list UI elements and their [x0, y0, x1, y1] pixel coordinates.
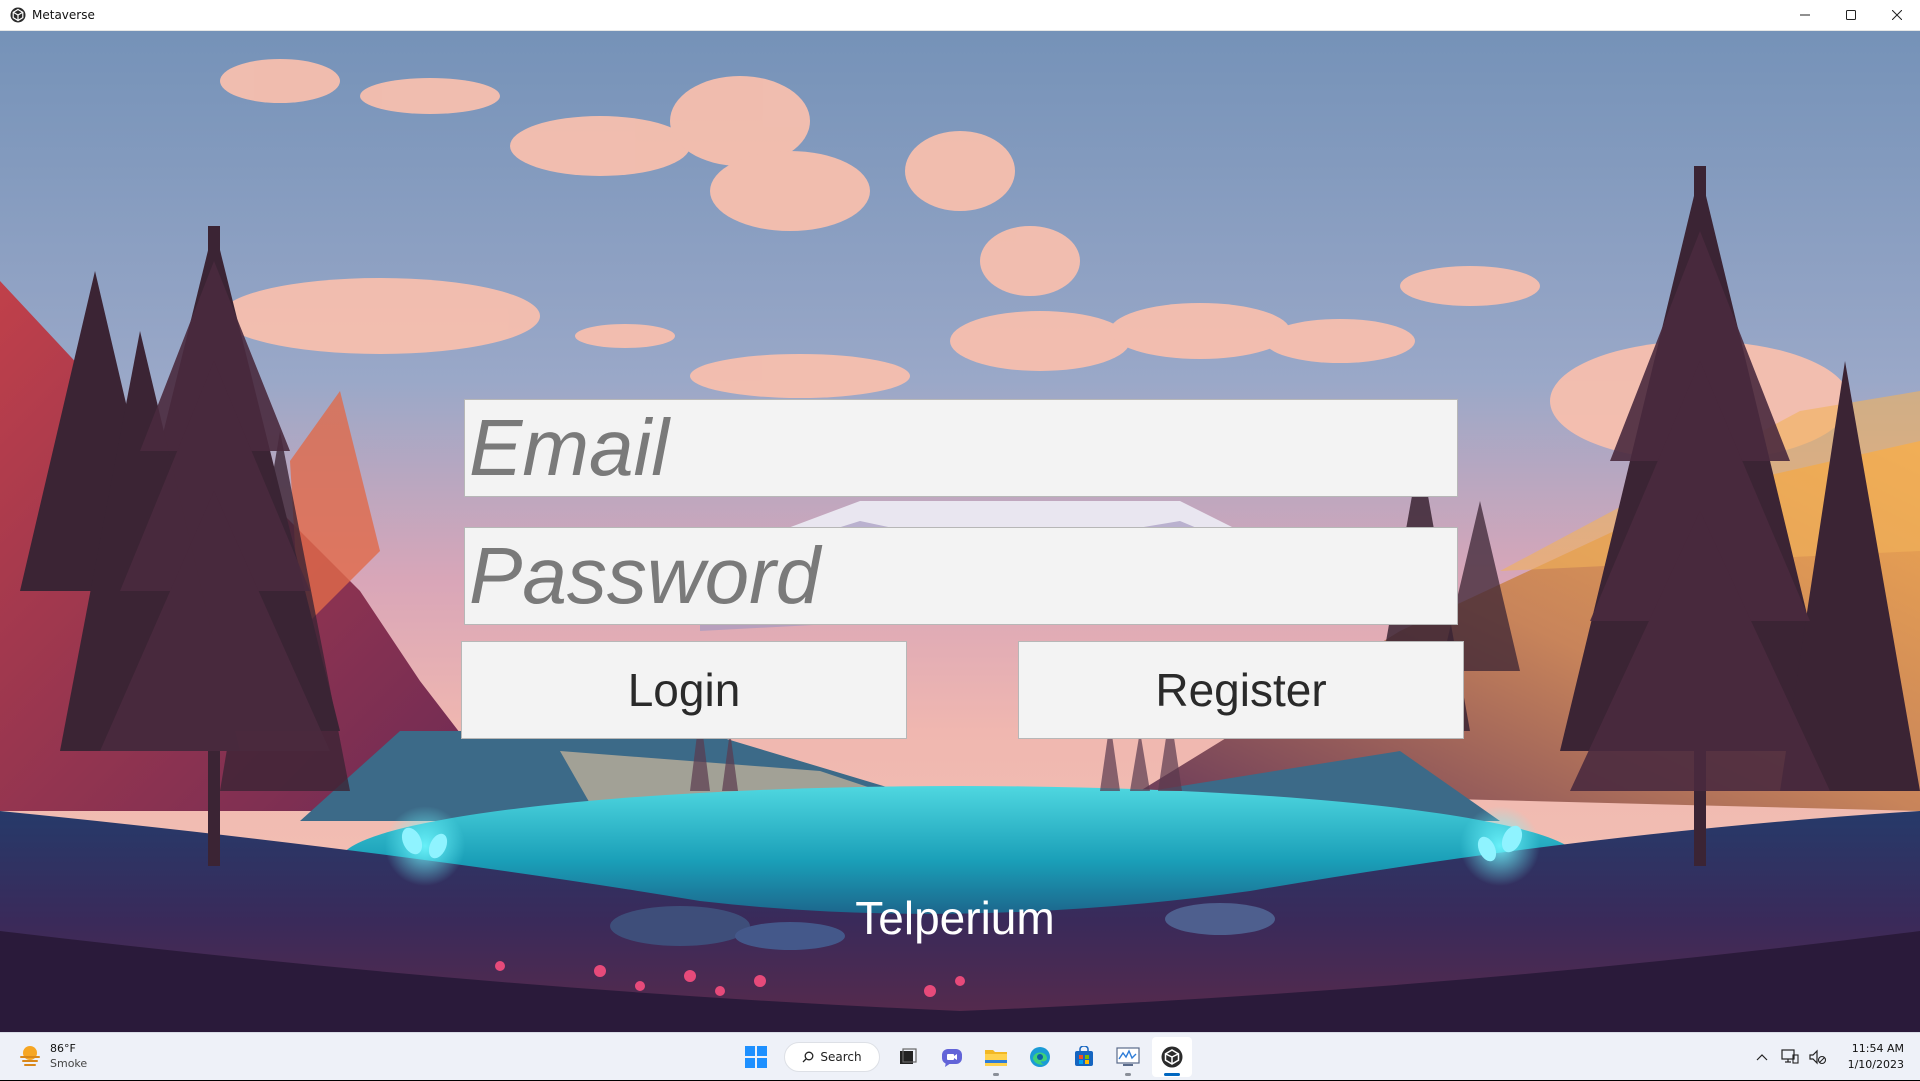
taskbar-clock[interactable]: 11:54 AM 1/10/2023 [1848, 1041, 1904, 1073]
taskbar-center: Search [734, 1033, 1194, 1081]
unity-app-button[interactable] [1152, 1037, 1192, 1077]
maximize-button[interactable] [1828, 0, 1874, 31]
email-input[interactable] [469, 400, 1457, 496]
chat-button[interactable] [932, 1037, 972, 1077]
running-indicator [1125, 1073, 1131, 1076]
app-viewport: Login Register Telperium [0, 31, 1920, 1032]
network-button[interactable] [1778, 1045, 1802, 1069]
maximize-icon [1846, 10, 1856, 20]
weather-widget[interactable]: 86°F Smoke [18, 1041, 87, 1071]
search-label: Search [820, 1050, 862, 1064]
task-view-button[interactable] [888, 1037, 928, 1077]
close-button[interactable] [1874, 0, 1920, 31]
password-input[interactable] [469, 528, 1457, 624]
file-explorer-button[interactable] [976, 1037, 1016, 1077]
edge-button[interactable] [1020, 1037, 1060, 1077]
minimize-icon [1800, 14, 1810, 16]
clock-date: 1/10/2023 [1847, 1058, 1904, 1071]
edge-icon [1030, 1047, 1050, 1067]
minimize-button[interactable] [1782, 0, 1828, 31]
task-view-icon [900, 1048, 917, 1064]
brand-name: Telperium [855, 892, 1055, 944]
file-explorer-icon [985, 1050, 1007, 1066]
store-button[interactable] [1064, 1037, 1104, 1077]
taskbar: 86°F Smoke Search 11:54 AM 1/10/2023 [0, 1032, 1920, 1080]
unity-app-icon [10, 7, 26, 23]
store-icon [1075, 1046, 1093, 1066]
running-indicator [993, 1073, 999, 1076]
windows-start-button[interactable] [736, 1037, 776, 1077]
login-button[interactable]: Login [461, 641, 907, 739]
unity-icon [1161, 1046, 1183, 1068]
volume-button[interactable] [1806, 1045, 1830, 1069]
performance-monitor-icon [1116, 1047, 1140, 1066]
email-field[interactable] [464, 399, 1458, 497]
speaker-muted-icon [1808, 1049, 1826, 1065]
window-controls [1782, 0, 1920, 31]
performance-monitor-button[interactable] [1108, 1037, 1148, 1077]
search-icon [802, 1051, 814, 1063]
password-field[interactable] [464, 527, 1458, 625]
active-indicator [1164, 1073, 1180, 1076]
clock-time: 11:54 AM [1851, 1042, 1904, 1055]
window-title: Metaverse [32, 8, 95, 22]
weather-condition: Smoke [50, 1057, 88, 1070]
show-hidden-icons-button[interactable] [1750, 1045, 1774, 1069]
chat-icon [942, 1049, 962, 1067]
register-button[interactable]: Register [1018, 641, 1464, 739]
taskbar-search-button[interactable]: Search [784, 1042, 880, 1072]
close-icon [1892, 10, 1902, 20]
network-icon [1780, 1049, 1799, 1064]
windows-start-icon [745, 1046, 767, 1068]
chevron-up-icon [1756, 1054, 1768, 1061]
weather-temperature: 86°F [50, 1042, 76, 1055]
window-titlebar[interactable]: Metaverse [0, 0, 1920, 31]
system-tray: 11:54 AM 1/10/2023 [1748, 1033, 1910, 1081]
sun-haze-icon [20, 1046, 40, 1066]
